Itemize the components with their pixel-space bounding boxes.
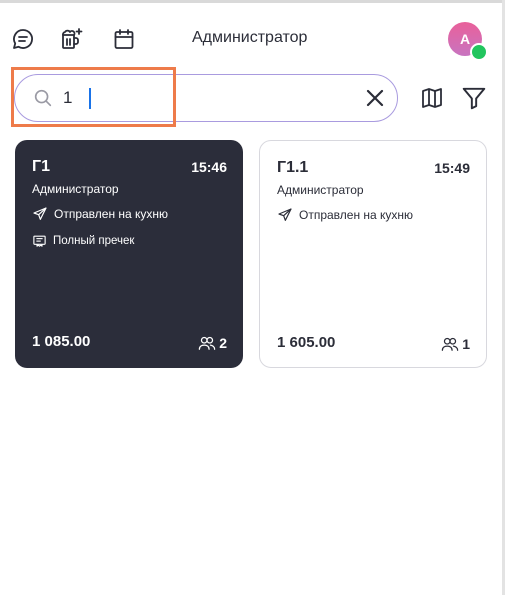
order-guests-count: 1: [462, 336, 470, 352]
send-icon: [33, 207, 47, 220]
order-status-label: Отправлен на кухню: [299, 208, 414, 222]
receipt-icon: [33, 235, 46, 247]
search-box[interactable]: [14, 74, 398, 122]
order-card[interactable]: Г1 15:46 Администратор Отправлен на кухн…: [15, 140, 243, 368]
app-header: Администратор A: [0, 20, 500, 61]
map-icon[interactable]: [420, 86, 444, 110]
online-status-dot: [470, 43, 488, 61]
order-time: 15:49: [434, 160, 470, 176]
beer-add-icon[interactable]: [58, 26, 84, 52]
order-status-label: Отправлен на кухню: [54, 207, 169, 221]
order-status: Отправлен на кухню: [32, 206, 168, 222]
order-guests: 1: [441, 336, 470, 352]
text-caret: [89, 88, 91, 109]
order-name: Г1.1: [277, 159, 309, 176]
top-border: [0, 0, 505, 3]
users-icon: [198, 336, 216, 350]
order-status: Отправлен на кухню: [277, 207, 413, 223]
page-title: Администратор: [192, 29, 308, 46]
order-card[interactable]: Г1.1 15:49 Администратор Отправлен на ку…: [259, 140, 487, 368]
order-time: 15:46: [191, 159, 227, 175]
order-sum: 1 085.00: [32, 333, 91, 350]
order-guests-count: 2: [219, 335, 227, 351]
order-precheck-label: Полный пречек: [53, 234, 135, 247]
order-guests: 2: [198, 335, 227, 351]
users-icon: [441, 337, 459, 351]
send-icon: [278, 208, 292, 221]
order-user: Администратор: [32, 182, 119, 196]
chat-icon[interactable]: [10, 26, 36, 52]
order-name: Г1: [32, 158, 50, 175]
order-sum: 1 605.00: [277, 334, 336, 351]
search-icon: [34, 89, 52, 107]
order-precheck: Полный пречек: [32, 233, 134, 248]
calendar-icon[interactable]: [111, 26, 137, 52]
order-user: Администратор: [277, 183, 364, 197]
close-icon[interactable]: [363, 86, 387, 110]
search-input[interactable]: [63, 85, 343, 111]
filter-icon[interactable]: [461, 85, 487, 111]
